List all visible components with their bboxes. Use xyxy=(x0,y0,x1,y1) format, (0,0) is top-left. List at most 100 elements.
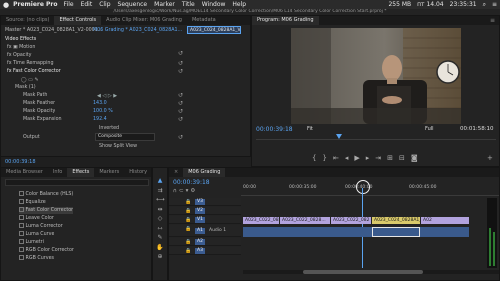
master-clip-label[interactable]: Master * A023_C024_0828A1_V2-0001... xyxy=(5,27,102,34)
list-icon[interactable]: ≡ xyxy=(492,1,497,8)
app-name-menu[interactable]: Premiere Pro xyxy=(13,1,57,8)
mask-opacity-value[interactable]: 100.0 % xyxy=(93,108,113,115)
timeline-clip[interactable]: A023_C022_082 xyxy=(331,217,371,224)
menu-help[interactable]: Help xyxy=(232,1,246,8)
track-label[interactable]: A3 xyxy=(195,248,205,254)
timeline-clip[interactable]: A02 xyxy=(421,217,469,224)
slip-tool-icon[interactable]: ⇿ xyxy=(156,224,164,234)
go-to-out-icon[interactable]: ⇥ xyxy=(375,154,387,162)
lock-icon[interactable]: 🔒 xyxy=(185,247,191,255)
timeline-clip[interactable]: A023_C022_0828... xyxy=(280,217,330,224)
reset-icon[interactable]: ↺ xyxy=(178,134,183,141)
quality-dropdown[interactable]: Full xyxy=(425,125,445,133)
export-frame-icon[interactable]: ◙ xyxy=(411,154,424,162)
close-icon[interactable]: × xyxy=(169,168,183,177)
effect-list-item[interactable]: Equalize xyxy=(19,199,46,206)
program-time-ruler[interactable] xyxy=(256,136,496,140)
timeline-clip-selected[interactable]: A023_C024_0828A1_V2 xyxy=(372,217,420,224)
reset-icon[interactable]: ↺ xyxy=(178,50,183,57)
tab-source[interactable]: Source: (no clips) xyxy=(1,16,54,25)
zoom-tool-icon[interactable]: ⊕ xyxy=(156,252,164,262)
effect-list-item[interactable]: Color Balance (HLS) xyxy=(19,191,73,198)
mask-path-track-buttons[interactable]: ◀ ◁ ▷ ▶ xyxy=(97,93,117,99)
pen-tool-icon[interactable]: ✎ xyxy=(156,233,164,243)
track-label[interactable]: A1 xyxy=(195,228,205,234)
tab-info[interactable]: Info xyxy=(48,168,67,177)
play-icon[interactable]: ▶ xyxy=(354,154,365,162)
menu-edit[interactable]: Edit xyxy=(81,1,93,8)
program-timecode[interactable]: 00:00:39:18 xyxy=(256,126,293,133)
track-label[interactable]: V3 xyxy=(195,199,205,205)
timeline-settings-icon[interactable]: ⚙ xyxy=(190,188,197,194)
tab-sequence[interactable]: M06 Grading xyxy=(183,168,226,177)
tab-effect-controls[interactable]: Effect Controls xyxy=(54,16,102,25)
step-back-icon[interactable]: ◂ xyxy=(345,154,355,162)
effect-time-remapping[interactable]: fx Time Remapping xyxy=(7,60,54,67)
mask-shape-icons[interactable]: ◯ ▭ ✎ xyxy=(21,77,39,83)
razor-tool-icon[interactable]: ◇ xyxy=(156,214,164,224)
effect-list-item[interactable]: Leave Color xyxy=(19,215,54,222)
menu-marker[interactable]: Marker xyxy=(154,1,175,8)
tab-program[interactable]: Program: M06 Grading xyxy=(252,16,319,25)
mask-label[interactable]: Mask (1) xyxy=(15,84,36,91)
menu-sequence[interactable]: Sequence xyxy=(118,1,148,8)
effect-list-item[interactable]: Lumetri xyxy=(19,239,44,246)
track-header-a2[interactable]: 🔒 A2 xyxy=(169,238,241,246)
apple-icon[interactable]: ● xyxy=(3,1,9,9)
lock-icon[interactable]: 🔒 xyxy=(185,225,191,233)
menu-clip[interactable]: Clip xyxy=(99,1,110,8)
effect-list-item[interactable]: RGB Curves xyxy=(19,255,54,262)
go-to-in-icon[interactable]: ⇤ xyxy=(333,154,345,162)
rate-stretch-tool-icon[interactable]: ⇹ xyxy=(156,205,164,215)
lock-icon[interactable]: 🔒 xyxy=(185,207,191,215)
tab-audio-clip-mixer[interactable]: Audio Clip Mixer: M06 Grading xyxy=(101,16,187,25)
add-button-icon[interactable]: + xyxy=(487,154,493,162)
step-forward-icon[interactable]: ▸ xyxy=(366,154,376,162)
tab-effects[interactable]: Effects xyxy=(67,168,95,177)
program-video-frame[interactable] xyxy=(291,28,461,124)
track-header-v2[interactable]: 🔒 V2 xyxy=(169,207,241,215)
track-header-v1[interactable]: 🔒 V1 xyxy=(169,216,241,224)
effect-list-item[interactable]: Luma Curve xyxy=(19,231,54,238)
reset-icon[interactable]: ↺ xyxy=(178,68,183,75)
show-split-view-label[interactable]: Show Split View xyxy=(99,143,137,150)
timeline-scroll-thumb[interactable] xyxy=(303,270,423,274)
effect-list-item[interactable]: Luma Corrector xyxy=(19,223,63,230)
track-select-tool-icon[interactable]: ⇉ xyxy=(156,186,164,196)
clip-mini-timeline-label[interactable]: A023_C024_0828A1_V2 xyxy=(187,26,241,34)
track-label[interactable]: A2 xyxy=(195,239,205,245)
menu-window[interactable]: Window xyxy=(202,1,226,8)
tab-markers[interactable]: Markers xyxy=(94,168,124,177)
fit-dropdown[interactable]: Fit xyxy=(307,125,325,133)
tab-history[interactable]: History xyxy=(124,168,151,177)
tab-metadata[interactable]: Metadata xyxy=(187,16,221,25)
effect-list-item[interactable]: RGB Color Corrector xyxy=(19,247,74,254)
inverted-checkbox-label[interactable]: Inverted xyxy=(99,125,119,132)
timeline-clip[interactable]: A023_C022_0828... xyxy=(243,217,279,224)
mask-expansion-value[interactable]: 192.4 xyxy=(93,116,107,123)
mark-in-icon[interactable]: { xyxy=(312,154,322,162)
reset-icon[interactable]: ↺ xyxy=(178,100,183,107)
tab-media-browser[interactable]: Media Browser xyxy=(1,168,48,177)
effect-list-item-selected[interactable]: Fast Color Corrector xyxy=(19,207,74,214)
output-dropdown[interactable]: Composite xyxy=(95,133,155,141)
timeline-ruler[interactable]: 00:00 00:00:35:00 00:00:40:00 00:00:45:0… xyxy=(241,179,499,196)
reset-icon[interactable]: ↺ xyxy=(178,92,183,99)
sequence-clip-label[interactable]: M06 Grading * A023_C024_0828A1... xyxy=(93,27,182,34)
mark-out-icon[interactable]: } xyxy=(322,154,332,162)
timeline-scrollbar[interactable] xyxy=(243,270,499,274)
track-header-a1[interactable]: 🔒 A1 Audio 1 xyxy=(169,225,241,237)
menu-title[interactable]: Title xyxy=(182,1,195,8)
mask-feather-value[interactable]: 143.0 xyxy=(93,100,107,107)
track-label[interactable]: V2 xyxy=(195,208,205,214)
track-header-v3[interactable]: 🔒 V3 xyxy=(169,198,241,206)
audio-clip-selected[interactable] xyxy=(372,227,420,237)
track-label[interactable]: V1 xyxy=(195,217,205,223)
effects-search-input[interactable] xyxy=(5,179,149,186)
hand-tool-icon[interactable]: ✋ xyxy=(156,243,164,253)
lock-icon[interactable]: 🔒 xyxy=(185,198,191,206)
extract-icon[interactable]: ⊟ xyxy=(399,154,411,162)
panel-menu-icon[interactable]: ≡ xyxy=(490,17,495,24)
effect-fast-color-corrector[interactable]: fx Fast Color Corrector xyxy=(7,68,61,75)
linked-selection-icon[interactable]: ⊂ xyxy=(179,188,186,194)
